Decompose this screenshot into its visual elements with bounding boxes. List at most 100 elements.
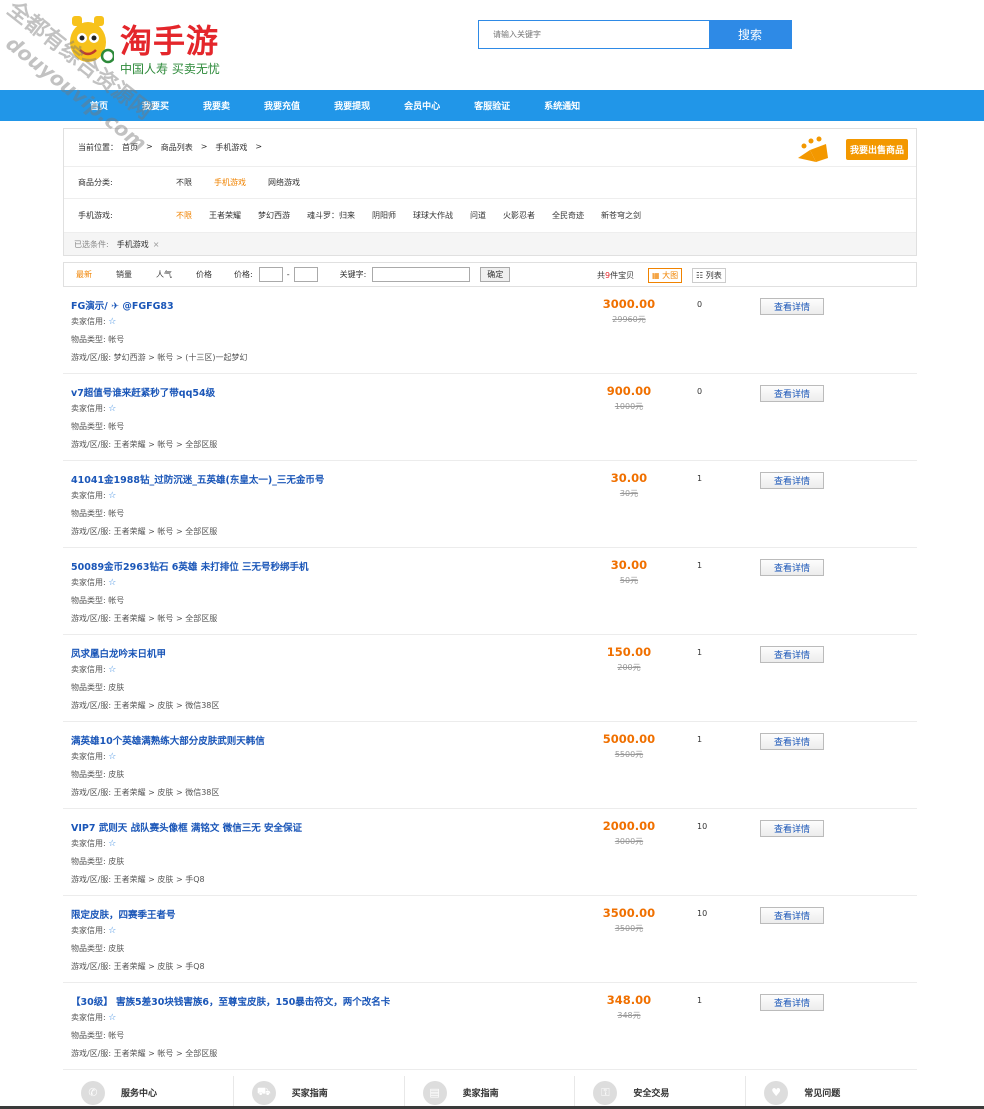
view-big-button[interactable]: ▦ 大图 — [648, 268, 683, 283]
footer-item[interactable]: ♥ 常见问题 — [746, 1076, 917, 1109]
item-title-link[interactable]: 满英雄10个英雄满熟练大部分皮肤武则天韩信 — [71, 733, 265, 747]
search-button[interactable]: 搜索 — [709, 21, 791, 48]
buyer-icon: ⛟ — [251, 1080, 276, 1105]
game-filter-item[interactable]: 全民奇迹 — [552, 210, 584, 221]
sort-option[interactable]: 价格 — [184, 269, 224, 280]
view-detail-button[interactable]: 查看详情 — [760, 646, 824, 663]
view-detail-button[interactable]: 查看详情 — [760, 559, 824, 576]
game-filter-item[interactable]: 问道 — [470, 210, 486, 221]
nav-item[interactable]: 我要买 — [142, 99, 169, 112]
view-detail-button[interactable]: 查看详情 — [760, 298, 824, 315]
nav-item[interactable]: 首页 — [90, 99, 108, 112]
game-server: 游戏/区/服: 王者荣耀 > 帐号 > 全部区服 — [71, 440, 218, 449]
sort-option[interactable]: 销量 — [104, 269, 144, 280]
seller-icon: ▤ — [422, 1080, 447, 1105]
original-price: 29960元 — [612, 315, 646, 324]
star-icon: ☆ — [108, 404, 117, 414]
game-filter-item[interactable]: 球球大作战 — [413, 210, 453, 221]
game-server: 游戏/区/服: 王者荣耀 > 皮肤 > 手Q8 — [71, 875, 205, 884]
item-title-link[interactable]: 凤求凰白龙吟末日机甲 — [71, 646, 166, 660]
game-filter-item[interactable]: 不限 — [176, 210, 192, 221]
item-title-link[interactable]: 限定皮肤，四赛季王者号 — [71, 907, 176, 921]
sort-option[interactable]: 人气 — [144, 269, 184, 280]
search-input[interactable] — [479, 21, 709, 48]
category-item[interactable]: 手机游戏 — [214, 177, 246, 188]
nav-item[interactable]: 我要提现 — [334, 99, 370, 112]
item-type: 物品类型: 帐号 — [71, 335, 125, 344]
nav-item[interactable]: 我要卖 — [203, 99, 230, 112]
nav-item[interactable]: 会员中心 — [404, 99, 440, 112]
header: 淘手游 中国人寿 买卖无忧 搜索 — [0, 0, 984, 90]
star-icon: ☆ — [108, 926, 117, 936]
footer-item[interactable]: ✆ 服务中心 — [63, 1076, 234, 1109]
sell-button[interactable]: 我要出售商品 — [845, 139, 908, 160]
breadcrumb-link[interactable]: 商品列表 — [161, 142, 193, 153]
megaphone-icon — [798, 136, 828, 162]
keyword-input[interactable] — [372, 267, 471, 282]
seller-credit: 卖家信用: ☆ — [71, 926, 117, 936]
remove-tag-icon[interactable]: × — [153, 240, 160, 249]
footer-label: 买家指南 — [291, 1089, 328, 1099]
game-server: 游戏/区/服: 王者荣耀 > 皮肤 > 微信38区 — [71, 701, 220, 710]
item-title-link[interactable]: 41041金1988钻_过防沉迷_五英雄(东皇太一)_三无金币号 — [71, 472, 324, 486]
original-price: 348元 — [617, 1011, 641, 1020]
item-type: 物品类型: 帐号 — [71, 596, 125, 605]
footer-item[interactable]: ▤ 卖家指南 — [405, 1076, 576, 1109]
game-filter-item[interactable]: 阴阳师 — [372, 210, 396, 221]
view-detail-button[interactable]: 查看详情 — [760, 820, 824, 837]
price-min-input[interactable] — [258, 267, 283, 282]
price: 150.00 — [606, 645, 652, 659]
star-icon: ☆ — [108, 839, 117, 849]
footer-item[interactable]: ⛟ 买家指南 — [234, 1076, 405, 1109]
view-detail-button[interactable]: 查看详情 — [760, 733, 824, 750]
item-title-link[interactable]: 【30级】 害族5差30块钱害族6，至尊宝皮肤，150暴击符文，两个改名卡 — [71, 994, 390, 1008]
item-type: 物品类型: 皮肤 — [71, 683, 125, 692]
view-detail-button[interactable]: 查看详情 — [760, 385, 824, 402]
total-count: 共9件宝贝 — [597, 271, 635, 280]
sort-option[interactable]: 最新 — [64, 269, 104, 280]
item-type: 物品类型: 皮肤 — [71, 944, 125, 953]
category-label: 商品分类: — [78, 178, 113, 187]
seller-credit: 卖家信用: ☆ — [71, 665, 117, 675]
seller-credit: 卖家信用: ☆ — [71, 491, 117, 501]
view-detail-button[interactable]: 查看详情 — [760, 472, 824, 489]
nav-item[interactable]: 系统通知 — [544, 99, 580, 112]
footer-item[interactable]: ⚿ 安全交易 — [575, 1076, 747, 1109]
game-filter-item[interactable]: 魂斗罗：归来 — [307, 210, 355, 221]
item-title-link[interactable]: v7超值号谁来赶紧秒了带qq54级 — [71, 385, 215, 399]
quantity: 1 — [697, 474, 703, 483]
item-title-link[interactable]: FG演示/ ✈ @FGFG83 — [71, 298, 174, 312]
breadcrumb-link[interactable]: 首页 — [122, 142, 138, 153]
nav-item[interactable]: 客服验证 — [474, 99, 510, 112]
view-list-button[interactable]: ☷ 列表 — [692, 268, 726, 283]
confirm-button[interactable]: 确定 — [480, 267, 511, 282]
item-title-link[interactable]: VIP7 武则天 战队赛头像框 满铭文 微信三无 安全保证 — [71, 820, 302, 834]
site-logo[interactable]: 淘手游 中国人寿 买卖无忧 — [66, 12, 246, 78]
footer-label: 服务中心 — [121, 1089, 158, 1099]
category-item[interactable]: 不限 — [176, 177, 192, 188]
category-item[interactable]: 网络游戏 — [268, 177, 300, 188]
list-item: v7超值号谁来赶紧秒了带qq54级 卖家信用: ☆ 物品类型: 帐号 游戏/区/服: … — [63, 374, 917, 461]
item-type: 物品类型: 帐号 — [71, 509, 125, 518]
view-detail-button[interactable]: 查看详情 — [760, 994, 824, 1011]
game-filter-item[interactable]: 梦幻西游 — [258, 210, 290, 221]
game-server: 游戏/区/服: 王者荣耀 > 皮肤 > 手Q8 — [71, 962, 205, 971]
selected-tag: 手机游戏 — [116, 239, 149, 249]
game-filter-item[interactable]: 新苍穹之剑 — [601, 210, 641, 221]
price: 5000.00 — [602, 732, 656, 746]
original-price: 5500元 — [614, 750, 644, 759]
search-box: 搜索 — [478, 20, 792, 49]
nav-item[interactable]: 我要充值 — [264, 99, 300, 112]
sort-bar: 最新 销量 人气 价格 价格: - 关键字: 确定 共9件宝贝 ▦ 大图 ☷ 列表 — [63, 262, 917, 287]
seller-credit: 卖家信用: ☆ — [71, 839, 117, 849]
game-filter-item[interactable]: 王者荣耀 — [209, 210, 241, 221]
star-icon: ☆ — [108, 1013, 117, 1023]
view-detail-button[interactable]: 查看详情 — [760, 907, 824, 924]
price-max-input[interactable] — [293, 267, 318, 282]
item-title-link[interactable]: 50089金币2963钻石 6英雄 未打排位 三无号秒绑手机 — [71, 559, 309, 573]
breadcrumb-items: 首页 > 商品列表 > 手机游戏 > — [122, 142, 266, 153]
game-filter-item[interactable]: 火影忍者 — [503, 210, 535, 221]
price: 348.00 — [606, 993, 652, 1007]
star-icon: ☆ — [108, 752, 117, 762]
breadcrumb-link[interactable]: 手机游戏 — [215, 142, 247, 153]
